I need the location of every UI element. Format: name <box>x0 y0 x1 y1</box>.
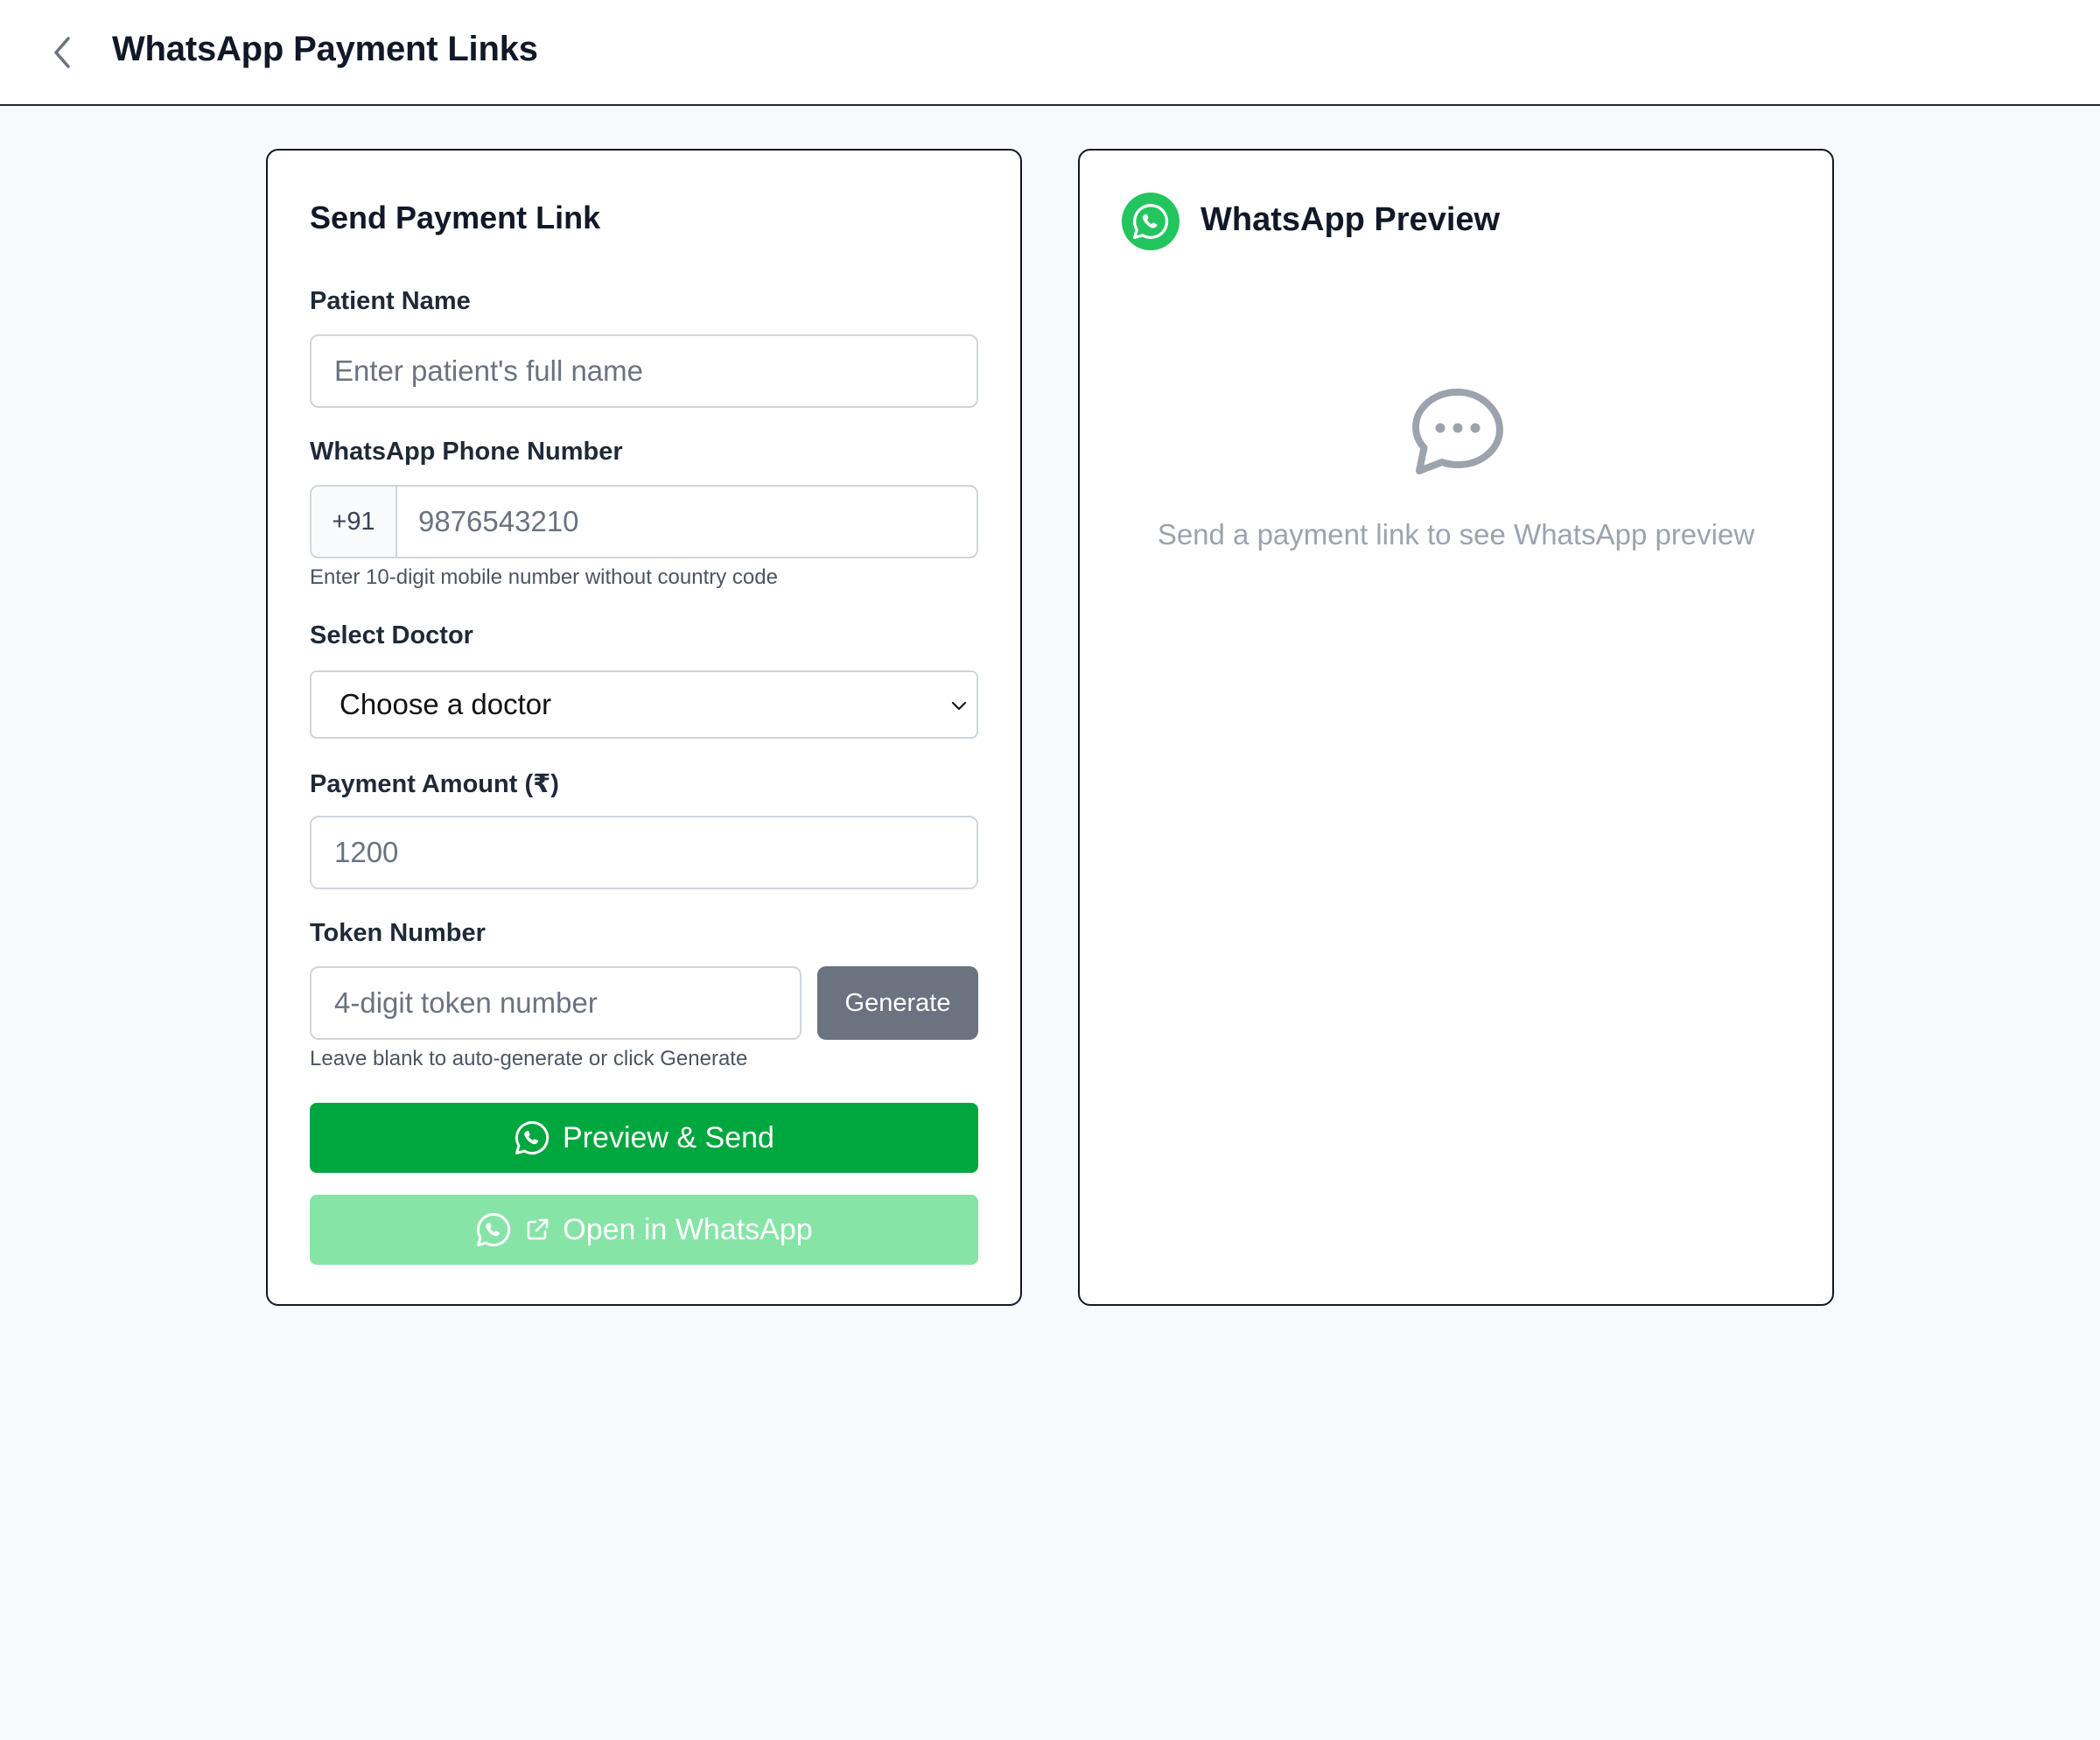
doctor-label: Select Doctor <box>310 621 473 649</box>
preview-send-button[interactable]: Preview & Send <box>310 1103 978 1173</box>
patient-name-input[interactable]: Enter patient's full name <box>310 334 978 408</box>
token-label: Token Number <box>310 919 486 947</box>
whatsapp-preview-card: WhatsApp Preview Send a payment link to … <box>1078 149 1834 1306</box>
whatsapp-icon <box>1132 203 1169 240</box>
preview-title: WhatsApp Preview <box>1200 201 1501 238</box>
empty-state-text: Send a payment link to see WhatsApp prev… <box>1157 518 1755 551</box>
token-input[interactable]: 4-digit token number <box>310 966 802 1040</box>
open-in-whatsapp-button[interactable]: Open in WhatsApp <box>310 1195 978 1265</box>
whatsapp-icon <box>514 1119 550 1156</box>
generate-button[interactable]: Generate <box>817 966 978 1040</box>
whatsapp-icon <box>475 1211 512 1248</box>
chat-bubble-icon <box>1412 389 1503 474</box>
doctor-select[interactable]: Choose a doctor <box>310 670 978 739</box>
patient-name-label: Patient Name <box>310 287 471 315</box>
amount-label: Payment Amount (₹) <box>310 770 559 798</box>
back-button[interactable] <box>44 32 80 74</box>
card-title: Send Payment Link <box>310 200 601 235</box>
doctor-select-value: Choose a doctor <box>340 688 552 720</box>
external-link-icon <box>524 1217 550 1243</box>
preview-send-label: Preview & Send <box>563 1120 774 1154</box>
whatsapp-logo <box>1122 193 1180 250</box>
phone-hint: Enter 10-digit mobile number without cou… <box>310 565 778 589</box>
send-payment-link-card: Send Payment Link Patient Name Enter pat… <box>266 149 1022 1306</box>
token-hint: Leave blank to auto-generate or click Ge… <box>310 1047 748 1070</box>
page-title: WhatsApp Payment Links <box>112 30 538 68</box>
chevron-left-icon <box>54 37 70 68</box>
chevron-down-icon <box>951 701 967 711</box>
open-in-whatsapp-label: Open in WhatsApp <box>563 1212 813 1246</box>
phone-input[interactable]: 9876543210 <box>397 487 976 557</box>
country-code-prefix: +91 <box>312 487 397 557</box>
phone-input-group: +91 9876543210 <box>310 485 978 558</box>
amount-input[interactable]: 1200 <box>310 816 978 889</box>
top-bar: WhatsApp Payment Links <box>0 0 2100 106</box>
phone-label: WhatsApp Phone Number <box>310 438 623 466</box>
